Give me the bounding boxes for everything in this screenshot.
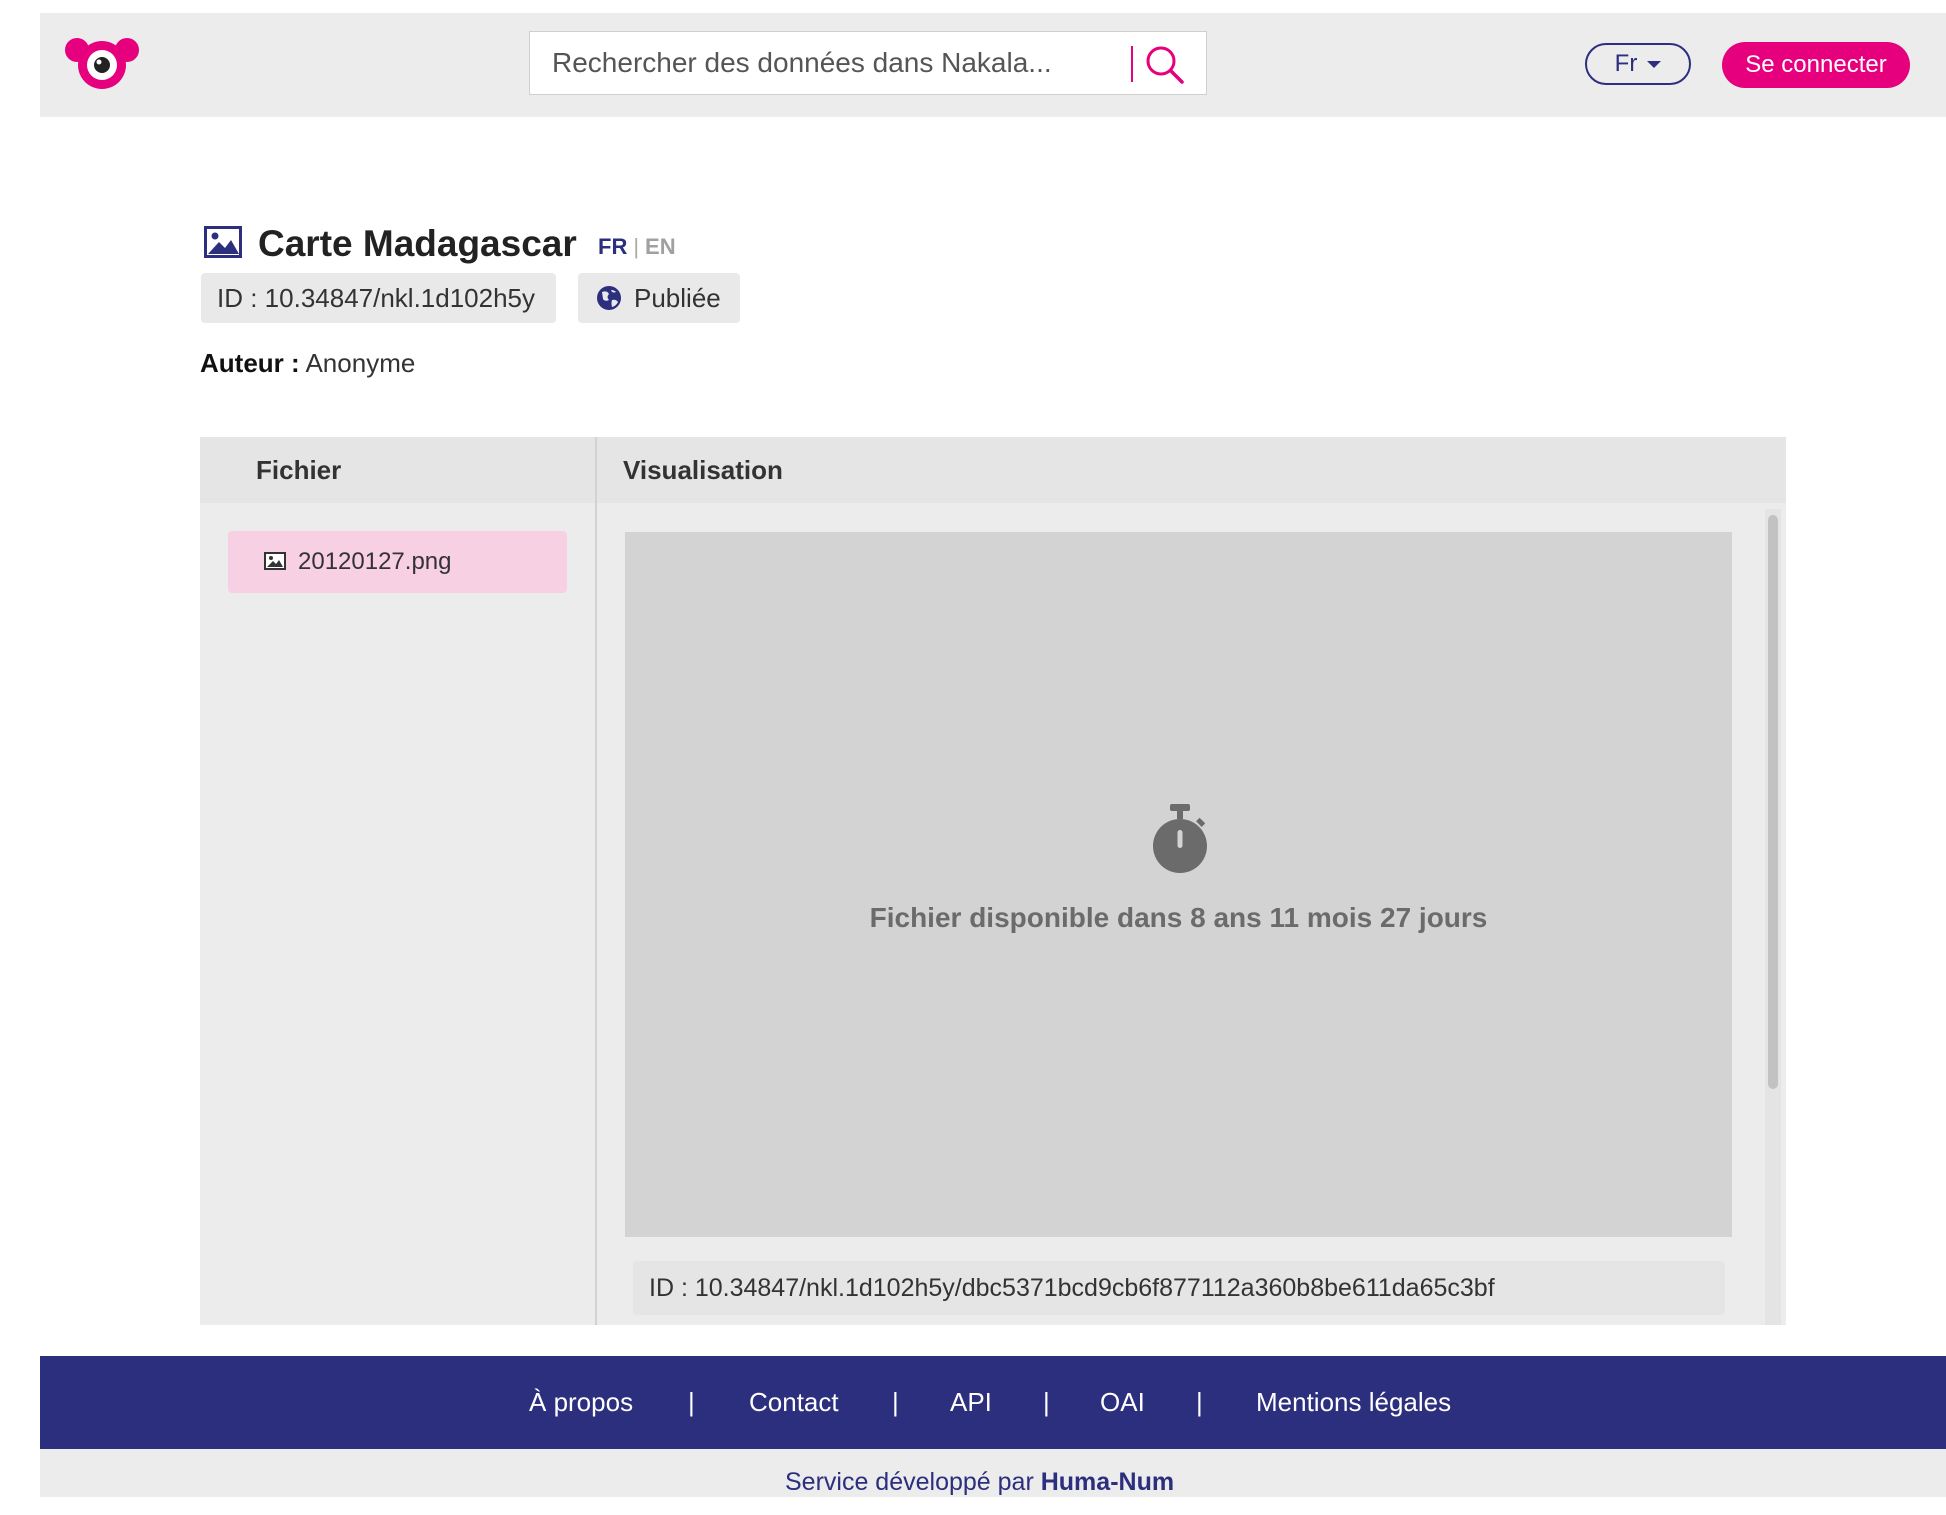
footer-separator: |	[892, 1387, 899, 1417]
footer-separator: |	[688, 1387, 695, 1417]
footer-separator: |	[1196, 1387, 1203, 1417]
footer-link-contact[interactable]: Contact	[749, 1356, 839, 1449]
viewer-scrollbar[interactable]	[1765, 509, 1781, 1325]
availability-message: Fichier disponible dans 8 ans 11 mois 27…	[869, 902, 1488, 933]
data-identifier-badge: ID : 10.34847/nkl.1d102h5y	[201, 273, 556, 323]
login-button[interactable]: Se connecter	[1722, 42, 1910, 88]
footer-link-api[interactable]: API	[950, 1356, 992, 1449]
credit-link[interactable]: Huma-Num	[1041, 1468, 1174, 1496]
search-icon[interactable]	[1142, 42, 1186, 86]
globe-icon	[597, 286, 621, 310]
file-name: 20120127.png	[298, 548, 452, 575]
files-column-header: Fichier	[200, 437, 595, 503]
files-panel: Fichier Visualisation 20120127.png Fichi…	[200, 437, 1786, 1325]
title-lang-en[interactable]: EN	[645, 234, 676, 259]
footer-separator: |	[1043, 1387, 1050, 1417]
stopwatch-icon	[1153, 804, 1207, 873]
file-list-item[interactable]: 20120127.png	[228, 531, 567, 593]
title-lang-fr[interactable]: FR	[598, 234, 627, 259]
footer-credit-bar: Service développé par Huma-Num	[40, 1449, 1946, 1497]
file-identifier: ID : 10.34847/nkl.1d102h5y/dbc5371bcd9cb…	[633, 1261, 1725, 1315]
footer-link-about[interactable]: À propos	[529, 1356, 633, 1449]
language-dropdown[interactable]: Fr	[1585, 43, 1691, 85]
title-language-switch: FR | EN	[598, 234, 676, 260]
top-navbar: Rechercher des données dans Nakala... Fr…	[40, 13, 1946, 117]
nakala-logo[interactable]	[64, 35, 140, 95]
credit-prefix: Service développé par	[785, 1468, 1034, 1496]
status-label: Publiée	[634, 283, 721, 313]
page-title: Carte Madagascar	[258, 223, 577, 264]
image-file-icon	[264, 552, 286, 570]
image-icon	[204, 226, 242, 258]
author-label: Auteur :	[200, 348, 300, 378]
footer-link-legal[interactable]: Mentions légales	[1256, 1356, 1451, 1449]
author-line: Auteur : Anonyme	[200, 348, 415, 379]
title-lang-separator: |	[633, 234, 640, 259]
footer-nav: À propos | Contact | API | OAI | Mention…	[40, 1356, 1946, 1449]
viewer-column-header: Visualisation	[596, 437, 1786, 503]
footer-link-oai[interactable]: OAI	[1100, 1356, 1145, 1449]
chevron-down-icon	[1647, 61, 1662, 69]
search-input[interactable]: Rechercher des données dans Nakala...	[552, 32, 1052, 94]
status-badge: Publiée	[578, 273, 740, 323]
file-viewer: Fichier disponible dans 8 ans 11 mois 27…	[625, 532, 1732, 1237]
search-divider	[1131, 46, 1133, 82]
scrollbar-thumb[interactable]	[1768, 515, 1778, 1089]
search-bar: Rechercher des données dans Nakala...	[529, 31, 1207, 95]
column-divider	[595, 437, 597, 1325]
footer-credit: Service développé par Huma-Num	[785, 1449, 1174, 1515]
author-value: Anonyme	[305, 348, 416, 378]
language-label: Fr	[1614, 50, 1638, 77]
